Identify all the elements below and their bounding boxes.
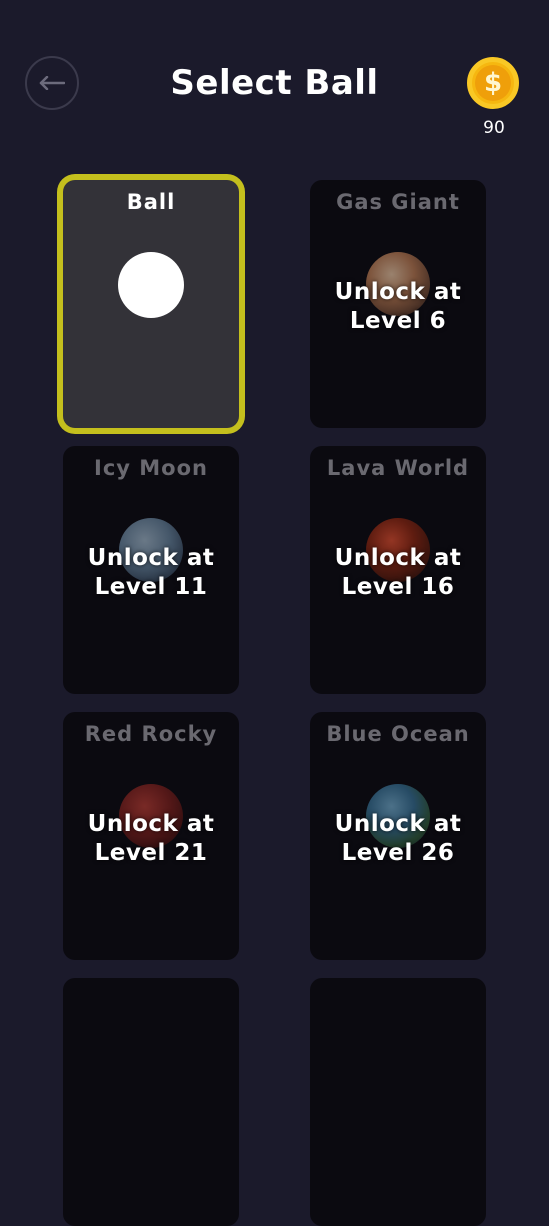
ball-name: Gas Giant <box>336 190 460 214</box>
ball-card-icy-moon[interactable]: Icy Moon Unlock at Level 11 <box>63 446 239 694</box>
ball-card-lava-world[interactable]: Lava World Unlock at Level 16 <box>310 446 486 694</box>
ball-name: Ball <box>126 190 176 214</box>
ball-name: Red Rocky <box>84 722 218 746</box>
unlock-requirement: Unlock at Level 6 <box>334 279 462 334</box>
ball-name: Icy Moon <box>94 456 208 480</box>
ball-card-ball[interactable]: Ball <box>63 180 239 428</box>
unlock-requirement: Unlock at Level 26 <box>334 811 462 866</box>
ball-name: Lava World <box>326 456 470 480</box>
ball-card-partial[interactable] <box>310 978 486 1226</box>
ball-card-gas-giant[interactable]: Gas Giant Unlock at Level 6 <box>310 180 486 428</box>
coin-balance: $ 90 <box>466 57 522 141</box>
unlock-requirement: Unlock at Level 21 <box>87 811 215 866</box>
unlock-requirement: Unlock at Level 11 <box>87 545 215 600</box>
coin-dollar-icon: $ <box>467 57 519 109</box>
coin-count: 90 <box>483 118 505 138</box>
ball-card-red-rocky[interactable]: Red Rocky Unlock at Level 21 <box>63 712 239 960</box>
ball-preview <box>118 252 184 318</box>
unlock-requirement: Unlock at Level 16 <box>334 545 462 600</box>
coin-symbol: $ <box>475 65 511 101</box>
ball-name: Blue Ocean <box>326 722 470 746</box>
ball-card-blue-ocean[interactable]: Blue Ocean Unlock at Level 26 <box>310 712 486 960</box>
ball-card-partial[interactable] <box>63 978 239 1226</box>
